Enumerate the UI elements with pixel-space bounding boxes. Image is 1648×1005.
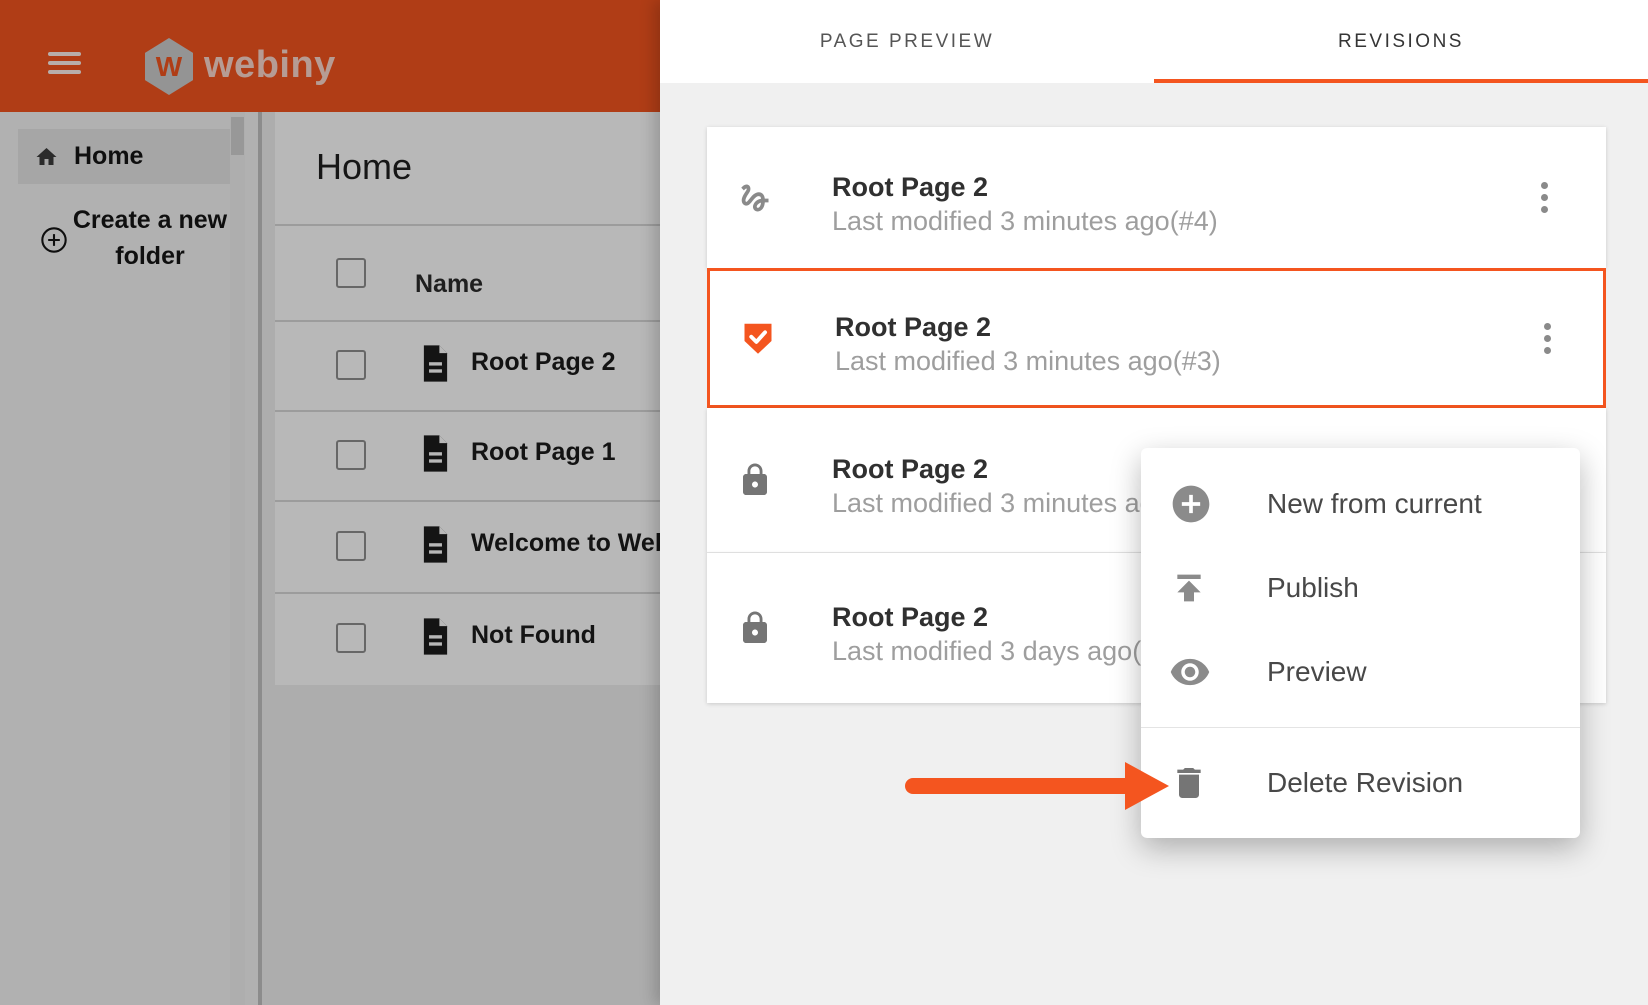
revisions-drawer: PAGE PREVIEW REVISIONS Root Page 2 Last …: [660, 0, 1648, 1005]
tab-page-preview[interactable]: PAGE PREVIEW: [660, 0, 1154, 83]
revision-title: Root Page 2: [832, 170, 1218, 204]
menu-item-label: New from current: [1267, 488, 1482, 520]
revision-context-menu: New from current Publish Preview: [1141, 448, 1580, 838]
menu-item-new-from-current[interactable]: New from current: [1141, 462, 1580, 546]
publish-upload-icon: [1169, 568, 1209, 608]
tab-revisions[interactable]: REVISIONS: [1154, 0, 1648, 83]
screen: W webiny Home Create a new folder H: [0, 0, 1648, 1005]
revision-more-options-icon[interactable]: [1533, 178, 1555, 218]
drawer-backdrop[interactable]: [0, 0, 660, 1005]
revision-subtitle: Last modified 3 minutes ago(#: [832, 486, 1194, 520]
delete-trash-icon: [1169, 763, 1209, 803]
new-from-current-plus-icon: [1169, 482, 1213, 526]
menu-item-preview[interactable]: Preview: [1141, 630, 1580, 714]
menu-item-label: Preview: [1267, 656, 1367, 688]
drawer-tabbar: PAGE PREVIEW REVISIONS: [660, 0, 1648, 83]
active-tab-indicator: [1154, 79, 1648, 83]
menu-item-label: Publish: [1267, 572, 1359, 604]
annotation-arrow-icon: [903, 758, 1171, 814]
revision-subtitle: Last modified 3 minutes ago(#3): [835, 344, 1221, 378]
revision-title: Root Page 2: [832, 452, 1194, 486]
menu-divider: [1141, 727, 1580, 728]
revision-title: Root Page 2: [832, 600, 1180, 634]
published-shield-check-icon: [740, 320, 776, 356]
menu-item-label: Delete Revision: [1267, 767, 1463, 799]
revision-subtitle: Last modified 3 days ago(#1): [832, 634, 1180, 668]
revision-more-options-icon[interactable]: [1536, 318, 1558, 358]
menu-item-publish[interactable]: Publish: [1141, 546, 1580, 630]
locked-icon: [737, 610, 773, 646]
revision-card[interactable]: Root Page 2 Last modified 3 minutes ago(…: [707, 127, 1606, 268]
locked-icon: [737, 462, 773, 498]
draft-squiggle-icon: [737, 180, 773, 216]
revision-card-selected[interactable]: Root Page 2 Last modified 3 minutes ago(…: [707, 268, 1606, 408]
revision-title: Root Page 2: [835, 310, 1221, 344]
menu-item-delete-revision[interactable]: Delete Revision: [1141, 741, 1580, 825]
preview-eye-icon: [1169, 651, 1211, 693]
revision-subtitle: Last modified 3 minutes ago(#4): [832, 204, 1218, 238]
